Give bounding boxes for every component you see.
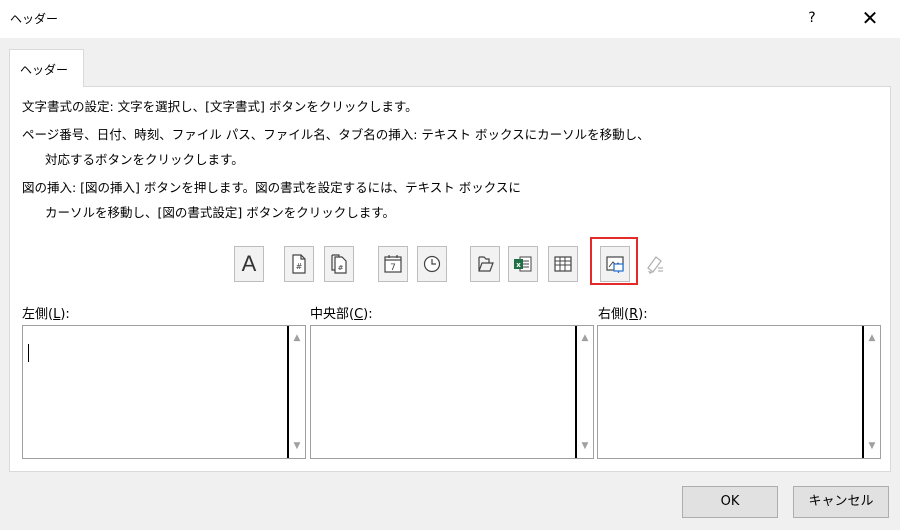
center-section-label: 中央部(C): [310,307,373,322]
picture-icon [606,256,624,273]
text-cursor [28,344,29,362]
scroll-up-icon[interactable]: ▲ [289,329,305,347]
calendar-icon: 7 [384,255,402,273]
left-section-label: 左側(L): [22,307,70,322]
scroll-down-icon[interactable]: ▼ [864,437,880,455]
ok-button[interactable]: OK [682,486,778,518]
tab-header-label: ヘッダー [20,63,69,77]
insert-file-name-button[interactable]: x [508,246,538,282]
close-button[interactable]: ✕ [856,5,884,31]
cancel-button[interactable]: キャンセル [793,486,889,518]
folder-icon [478,256,494,272]
right-scrollbar[interactable]: ▲ ▼ [862,326,880,458]
scroll-up-icon[interactable]: ▲ [864,329,880,347]
header-toolbar: A # # 7 x [234,246,674,284]
center-section-textbox[interactable]: ▲ ▼ [310,325,594,459]
left-section-textbox[interactable]: ▲ ▼ [22,325,306,459]
center-scrollbar[interactable]: ▲ ▼ [575,326,593,458]
instruction-line-2: ページ番号、日付、時刻、ファイル パス、ファイル名、タブ名の挿入: テキスト ボ… [22,127,650,142]
svg-text:#: # [296,262,303,271]
format-picture-icon [647,256,663,274]
help-button[interactable]: ? [800,5,824,31]
insert-file-path-button[interactable] [470,246,500,282]
title-bar: ヘッダー ? ✕ [0,0,900,38]
excel-file-icon: x [514,256,532,272]
insert-number-of-pages-button[interactable]: # [324,246,354,282]
instruction-line-3: 対応するボタンをクリックします。 [45,152,244,167]
insert-date-button[interactable]: 7 [378,246,408,282]
left-scrollbar[interactable]: ▲ ▼ [287,326,305,458]
scroll-down-icon[interactable]: ▼ [577,437,593,455]
insert-picture-button[interactable] [600,246,630,282]
insert-page-number-button[interactable]: # [284,246,314,282]
instruction-line-5: カーソルを移動し、[図の書式設定] ボタンをクリックします。 [45,205,395,220]
insert-time-button[interactable] [417,246,447,282]
scroll-down-icon[interactable]: ▼ [289,437,305,455]
sheet-grid-icon [554,256,572,272]
number-of-pages-icon: # [331,254,347,274]
scroll-up-icon[interactable]: ▲ [577,329,593,347]
svg-text:x: x [516,261,521,269]
dialog-title: ヘッダー [10,12,59,26]
right-section-textbox[interactable]: ▲ ▼ [597,325,881,459]
tab-header[interactable]: ヘッダー [9,49,84,87]
close-icon: ✕ [861,6,879,30]
instruction-line-4: 図の挿入: [図の挿入] ボタンを押します。図の書式を設定するには、テキスト ボ… [22,180,521,195]
insert-sheet-name-button[interactable] [548,246,578,282]
font-A-icon: A [241,251,257,276]
page-number-icon: # [292,254,306,274]
right-section-label: 右側(R): [598,307,648,322]
svg-text:7: 7 [390,263,396,273]
instruction-line-1: 文字書式の設定: 文字を選択し、[文字書式] ボタンをクリックします。 [22,99,418,114]
clock-icon [423,255,441,273]
svg-text:#: # [338,264,344,272]
format-picture-button[interactable] [640,246,670,282]
format-text-button[interactable]: A [234,246,264,282]
